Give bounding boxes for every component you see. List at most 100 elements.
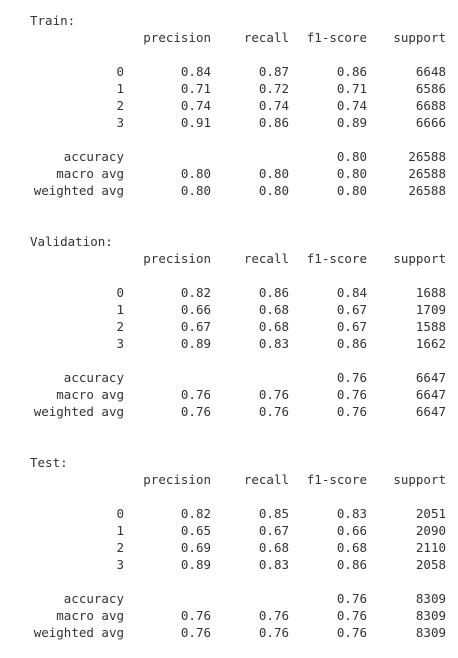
metric-f1: 0.67 <box>336 302 367 317</box>
metric-precision: 0.65 <box>180 523 211 538</box>
summary-support: 6647 <box>415 404 446 419</box>
summary-precision: 0.80 <box>180 166 211 181</box>
column-header-f1: f1-score <box>306 30 367 45</box>
column-header-f1: f1-score <box>306 251 367 266</box>
summary-f1: 0.80 <box>336 183 367 198</box>
metric-support: 6688 <box>415 98 446 113</box>
section-title: Test: <box>30 455 68 470</box>
summary-label: weighted avg <box>33 625 124 640</box>
summary-label: weighted avg <box>33 183 124 198</box>
column-header-precision: precision <box>143 251 211 266</box>
class-label: 0 <box>116 506 124 521</box>
metric-support: 6666 <box>415 115 446 130</box>
column-header-support: support <box>393 30 446 45</box>
summary-recall: 0.80 <box>258 183 289 198</box>
metric-recall: 0.83 <box>258 336 289 351</box>
metric-support: 2110 <box>415 540 446 555</box>
summary-recall: 0.76 <box>258 608 289 623</box>
column-header-recall: recall <box>243 251 289 266</box>
summary-precision: 0.76 <box>180 608 211 623</box>
metric-recall: 0.68 <box>258 540 289 555</box>
summary-label: accuracy <box>63 149 124 164</box>
metric-precision: 0.89 <box>180 336 211 351</box>
metric-f1: 0.71 <box>336 81 367 96</box>
metric-precision: 0.69 <box>180 540 211 555</box>
cell-output-panel: Train: precision recall f1-score support 0 0.8… <box>0 0 458 658</box>
column-header-recall: recall <box>243 472 289 487</box>
summary-label: accuracy <box>63 591 124 606</box>
summary-recall: 0.80 <box>258 166 289 181</box>
metric-f1: 0.86 <box>336 557 367 572</box>
metric-precision: 0.67 <box>180 319 211 334</box>
class-label: 3 <box>116 115 124 130</box>
metric-precision: 0.82 <box>180 285 211 300</box>
summary-label: macro avg <box>56 166 124 181</box>
metric-precision: 0.66 <box>180 302 211 317</box>
class-label: 0 <box>116 64 124 79</box>
summary-support: 8309 <box>415 591 446 606</box>
class-label: 2 <box>116 540 124 555</box>
class-label: 3 <box>116 557 124 572</box>
metric-f1: 0.86 <box>336 336 367 351</box>
summary-support: 8309 <box>415 625 446 640</box>
summary-precision: 0.76 <box>180 404 211 419</box>
metric-support: 1588 <box>415 319 446 334</box>
metric-support: 6586 <box>415 81 446 96</box>
metric-recall: 0.87 <box>258 64 289 79</box>
summary-f1: 0.76 <box>336 591 367 606</box>
summary-label: macro avg <box>56 608 124 623</box>
summary-support: 26588 <box>408 166 446 181</box>
summary-f1: 0.76 <box>336 370 367 385</box>
metric-support: 1709 <box>415 302 446 317</box>
section-title: Train: <box>30 13 76 28</box>
metric-f1: 0.84 <box>336 285 367 300</box>
metric-recall: 0.85 <box>258 506 289 521</box>
class-label: 1 <box>116 302 124 317</box>
metric-f1: 0.66 <box>336 523 367 538</box>
summary-f1: 0.80 <box>336 166 367 181</box>
summary-precision: 0.76 <box>180 625 211 640</box>
metric-f1: 0.89 <box>336 115 367 130</box>
column-header-precision: precision <box>143 30 211 45</box>
metric-precision: 0.91 <box>180 115 211 130</box>
summary-f1: 0.76 <box>336 625 367 640</box>
metric-precision: 0.89 <box>180 557 211 572</box>
metric-f1: 0.67 <box>336 319 367 334</box>
metric-recall: 0.86 <box>258 115 289 130</box>
metric-recall: 0.74 <box>258 98 289 113</box>
summary-label: weighted avg <box>33 404 124 419</box>
metric-recall: 0.72 <box>258 81 289 96</box>
column-header-f1: f1-score <box>306 472 367 487</box>
metric-precision: 0.82 <box>180 506 211 521</box>
summary-f1: 0.76 <box>336 608 367 623</box>
summary-label: accuracy <box>63 370 124 385</box>
class-label: 2 <box>116 98 124 113</box>
class-label: 0 <box>116 285 124 300</box>
summary-support: 6647 <box>415 370 446 385</box>
summary-support: 6647 <box>415 387 446 402</box>
metric-support: 1688 <box>415 285 446 300</box>
metric-support: 6648 <box>415 64 446 79</box>
summary-f1: 0.80 <box>336 149 367 164</box>
metric-f1: 0.74 <box>336 98 367 113</box>
metric-precision: 0.71 <box>180 81 211 96</box>
column-header-support: support <box>393 251 446 266</box>
summary-recall: 0.76 <box>258 404 289 419</box>
column-header-precision: precision <box>143 472 211 487</box>
metric-recall: 0.68 <box>258 302 289 317</box>
metric-recall: 0.86 <box>258 285 289 300</box>
metric-f1: 0.86 <box>336 64 367 79</box>
summary-recall: 0.76 <box>258 387 289 402</box>
summary-label: macro avg <box>56 387 124 402</box>
class-label: 1 <box>116 523 124 538</box>
summary-support: 8309 <box>415 608 446 623</box>
metric-precision: 0.74 <box>180 98 211 113</box>
summary-f1: 0.76 <box>336 387 367 402</box>
section-title: Validation: <box>30 234 113 249</box>
metric-support: 2090 <box>415 523 446 538</box>
class-label: 1 <box>116 81 124 96</box>
summary-precision: 0.76 <box>180 387 211 402</box>
summary-f1: 0.76 <box>336 404 367 419</box>
metric-recall: 0.83 <box>258 557 289 572</box>
metric-precision: 0.84 <box>180 64 211 79</box>
